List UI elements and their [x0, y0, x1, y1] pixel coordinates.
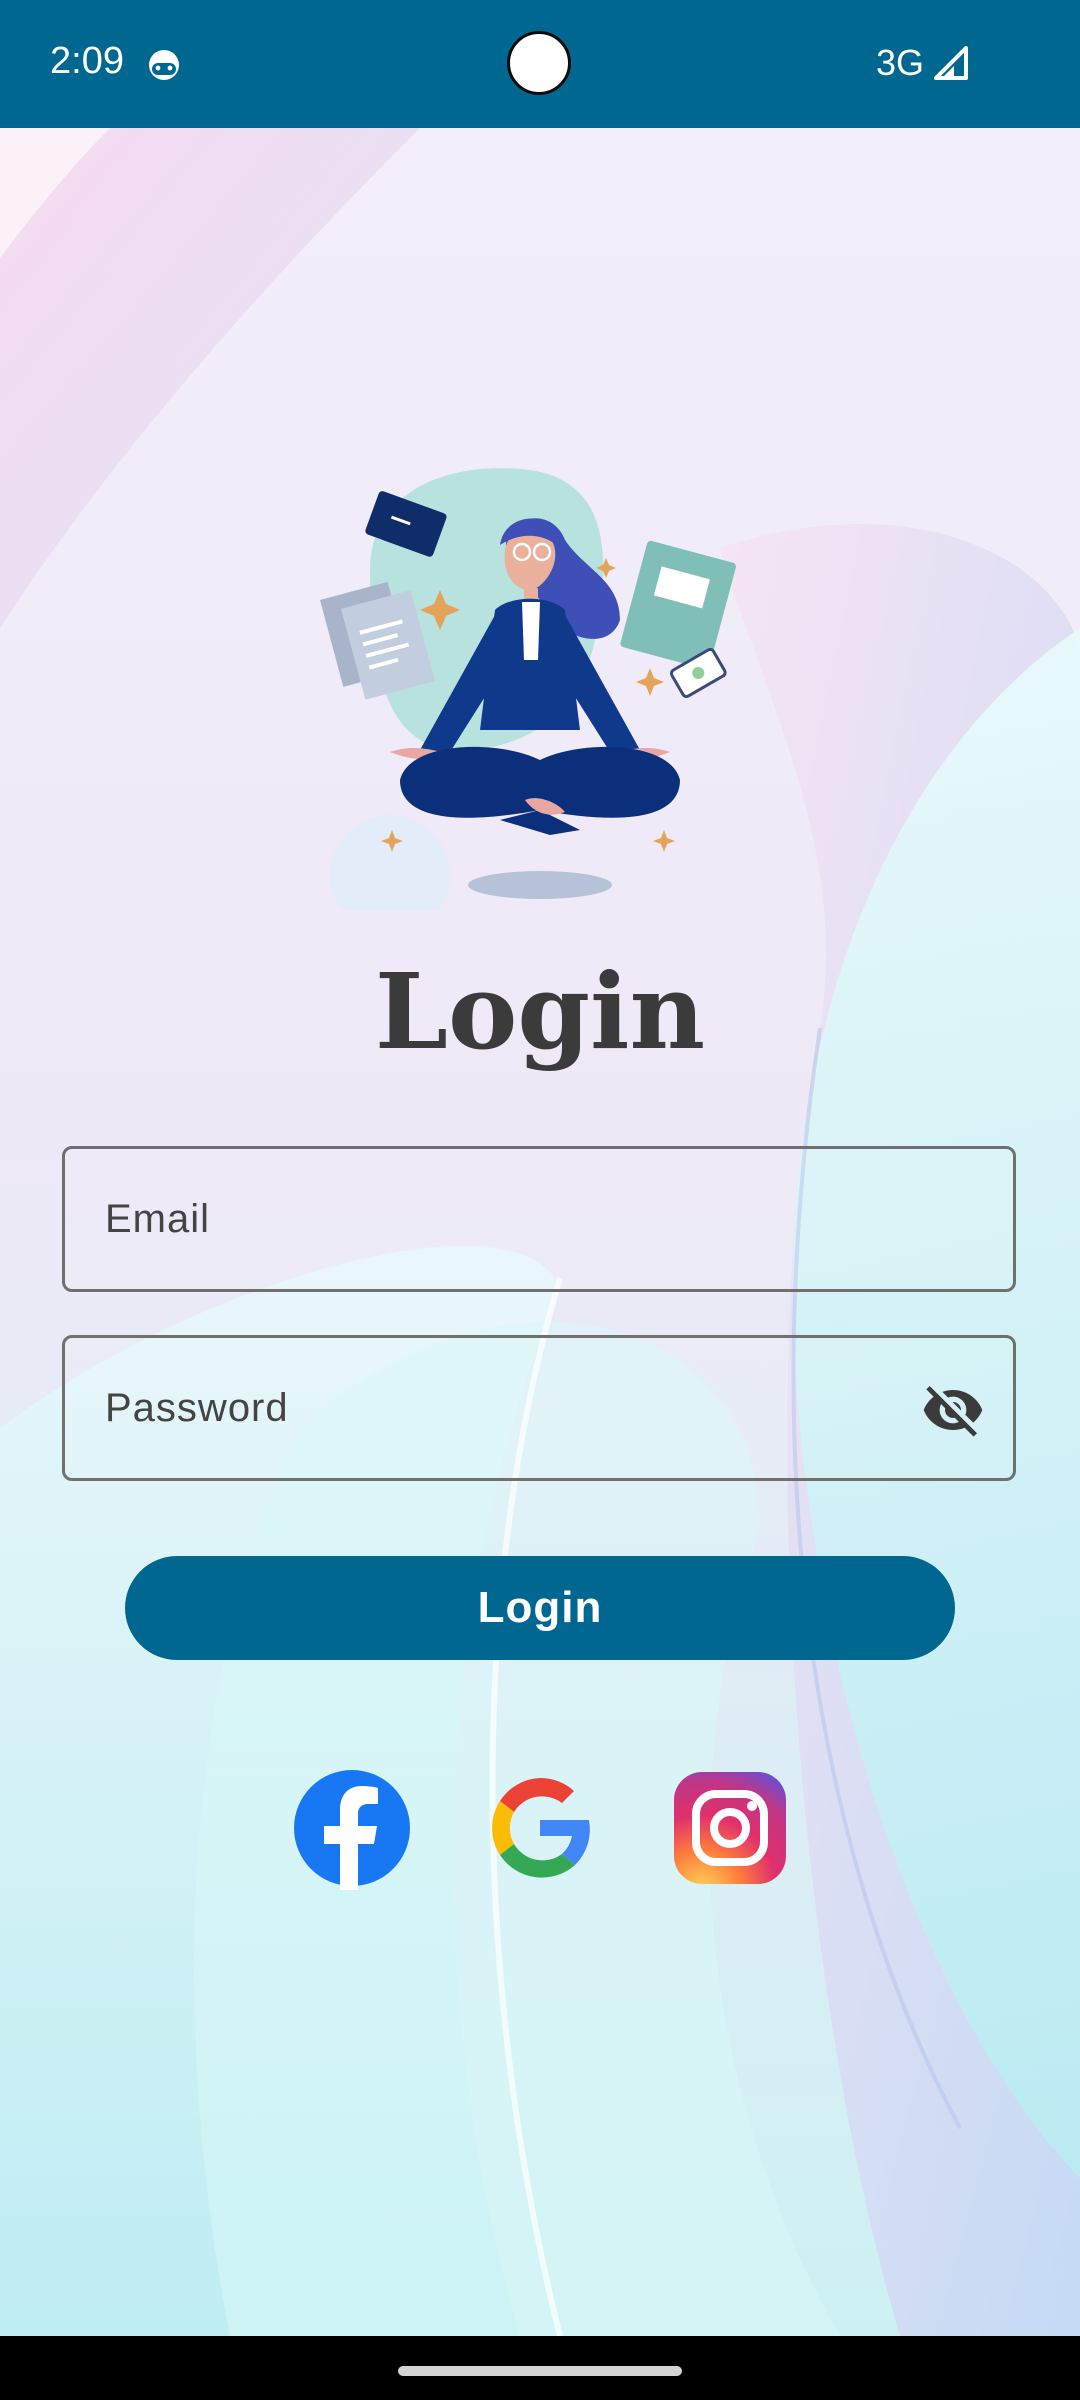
password-input[interactable] — [65, 1338, 1013, 1478]
meditating-woman-illustration — [320, 468, 736, 910]
facebook-icon[interactable] — [290, 1766, 414, 1890]
google-icon[interactable] — [478, 1766, 602, 1890]
home-indicator[interactable] — [398, 2366, 682, 2376]
signal-icon — [934, 46, 968, 80]
email-input[interactable] — [65, 1149, 1013, 1289]
network-type: 3G — [876, 42, 925, 83]
status-bar: 2:09 3G — [0, 0, 1080, 128]
login-button[interactable]: Login — [125, 1556, 955, 1660]
navigation-bar — [0, 2336, 1080, 2400]
login-title: Login — [374, 950, 706, 1073]
instagram-icon[interactable] — [668, 1766, 792, 1890]
password-field[interactable] — [62, 1335, 1016, 1481]
visibility-off-icon[interactable] — [921, 1378, 985, 1442]
android-debug-icon — [149, 50, 179, 80]
status-time: 2:09 — [50, 40, 124, 82]
email-field[interactable] — [62, 1146, 1016, 1292]
camera-cutout — [507, 31, 571, 95]
